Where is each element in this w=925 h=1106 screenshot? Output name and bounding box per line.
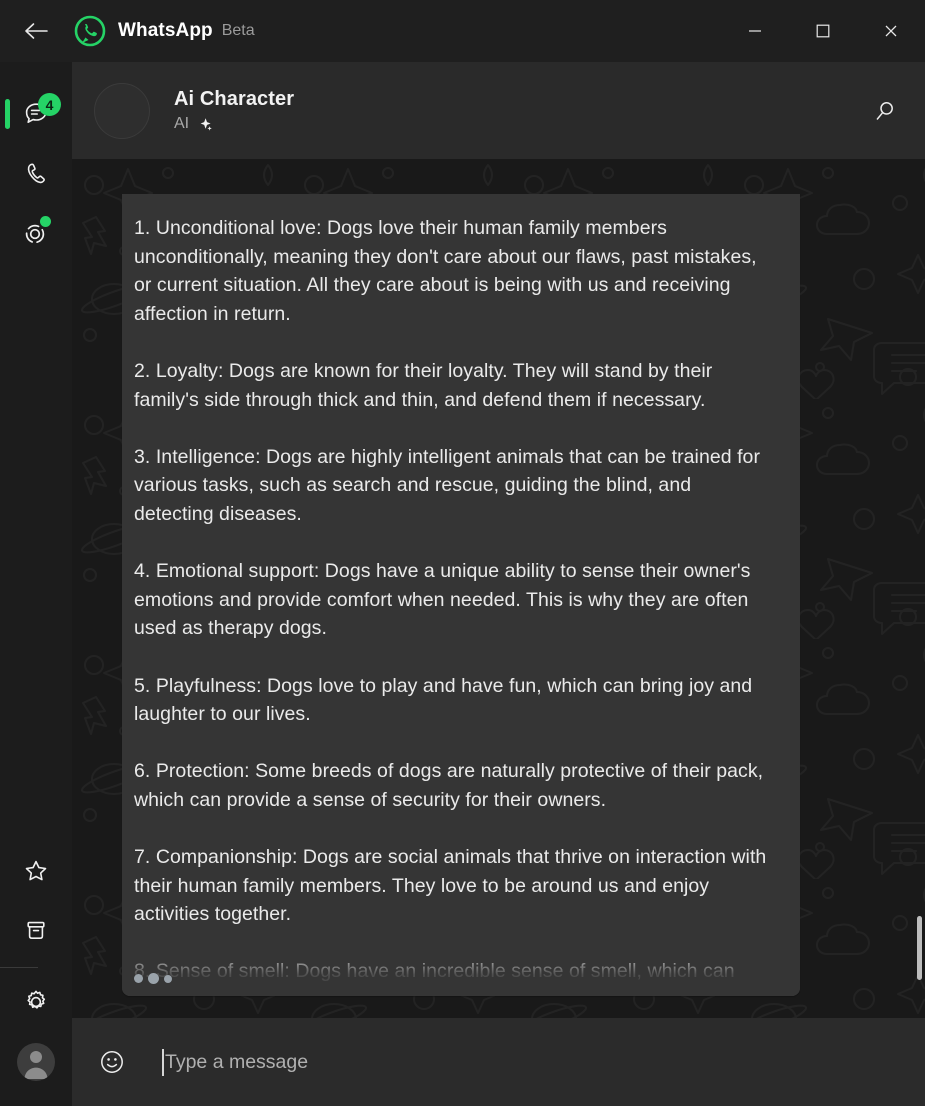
close-button[interactable]	[857, 0, 925, 62]
message-list[interactable]: 1. Unconditional love: Dogs love their h…	[72, 159, 925, 1018]
close-icon	[885, 25, 897, 37]
back-button[interactable]	[12, 8, 60, 54]
minimize-icon	[749, 30, 761, 32]
window-controls	[721, 0, 925, 62]
messages-scrollbar[interactable]	[913, 159, 925, 1018]
rail-divider	[0, 967, 38, 968]
whatsapp-window: WhatsApp Beta 4 Ai Character AI 1. Uncon…	[0, 0, 925, 1106]
sidebar-item-status[interactable]	[0, 204, 72, 264]
maximize-icon	[816, 24, 830, 38]
sidebar-item-profile[interactable]	[0, 1032, 72, 1092]
typing-indicator	[134, 973, 172, 985]
sparkle-icon	[200, 117, 212, 131]
maximize-button[interactable]	[789, 0, 857, 62]
chat-pane: Ai Character AI 1. Unconditional love: D…	[72, 62, 925, 1106]
chat-header-actions	[863, 89, 907, 133]
beta-badge: Beta	[221, 22, 255, 39]
contact-avatar[interactable]	[94, 82, 150, 139]
search-in-chat-button[interactable]	[863, 89, 907, 133]
typing-dot-2	[148, 973, 159, 985]
message-input-wrap[interactable]	[162, 1036, 911, 1088]
star-icon	[25, 860, 47, 881]
contact-info: Ai Character AI	[174, 88, 294, 133]
chat-header[interactable]: Ai Character AI	[72, 62, 925, 159]
message-bubble-incoming[interactable]: 1. Unconditional love: Dogs love their h…	[122, 194, 800, 997]
scrollbar-thumb[interactable]	[917, 915, 922, 980]
window-body: 4 Ai Character AI 1. Unconditional love:…	[0, 62, 925, 1106]
person-glyph	[24, 1051, 48, 1079]
contact-subtitle: AI	[174, 115, 294, 133]
title-bar: WhatsApp Beta	[0, 0, 925, 62]
sidebar-item-starred-messages[interactable]	[0, 841, 72, 901]
phone-icon	[27, 163, 45, 184]
chats-unread-badge: 4	[38, 93, 61, 116]
app-title: WhatsApp	[118, 20, 213, 41]
text-caret	[162, 1048, 164, 1076]
sidebar-item-archived[interactable]	[0, 901, 72, 961]
emoji-picker-button[interactable]	[86, 1036, 138, 1088]
sidebar-item-settings[interactable]	[0, 972, 72, 1032]
messages-container: 1. Unconditional love: Dogs love their h…	[72, 159, 925, 1018]
message-composer	[72, 1018, 925, 1106]
search-icon	[876, 101, 893, 120]
whatsapp-logo-icon	[74, 15, 106, 47]
status-new-dot	[40, 216, 51, 227]
minimize-button[interactable]	[721, 0, 789, 62]
typing-dot-3	[164, 974, 172, 983]
message-input[interactable]	[165, 1036, 911, 1088]
emoji-smiley-icon	[101, 1051, 123, 1073]
sidebar-item-calls[interactable]	[0, 144, 72, 204]
message-text: 1. Unconditional love: Dogs love their h…	[134, 217, 767, 983]
rail-secondary-group	[0, 841, 72, 1106]
whatsapp-logo-glyph	[74, 15, 106, 47]
sidebar-item-chats[interactable]: 4	[0, 84, 72, 144]
active-indicator	[5, 99, 10, 129]
profile-avatar-icon	[17, 1043, 55, 1081]
navigation-rail: 4	[0, 62, 72, 1106]
contact-subtitle-text: AI	[174, 115, 190, 132]
contact-name: Ai Character	[174, 88, 295, 110]
rail-primary-group: 4	[0, 62, 72, 264]
archive-box-icon	[27, 921, 45, 939]
gear-icon	[27, 990, 46, 1009]
typing-dot-1	[134, 974, 143, 984]
back-arrow-icon	[25, 23, 48, 39]
